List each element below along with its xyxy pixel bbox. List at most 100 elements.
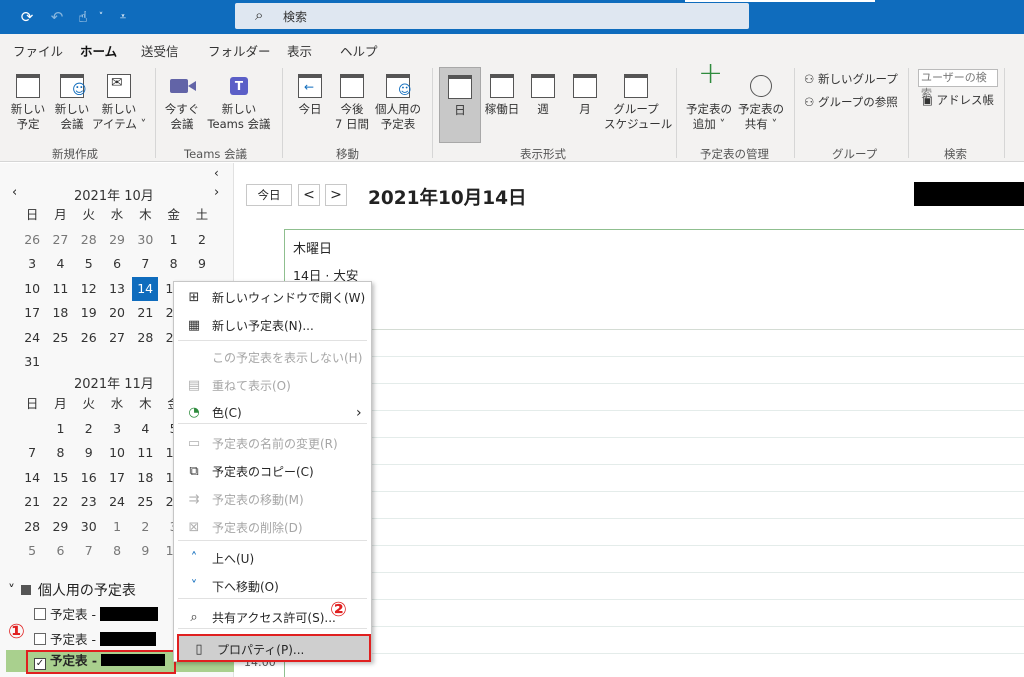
day-cell[interactable]: 29 <box>46 515 74 540</box>
day-cell[interactable]: 14 <box>18 466 46 491</box>
tab-home[interactable]: ホーム <box>80 41 118 66</box>
day-cell[interactable]: 2 <box>75 417 103 442</box>
group-schedule-button[interactable]: グループ スケジュール <box>604 70 672 132</box>
day-cell[interactable]: 18 <box>46 301 74 326</box>
day-cell[interactable]: 10 <box>18 277 46 302</box>
tab-folder[interactable]: フォルダー <box>208 41 271 60</box>
day-cell[interactable]: 30 <box>131 228 159 253</box>
day-view-button[interactable]: 日 <box>439 67 481 143</box>
checkbox-icon[interactable] <box>34 633 46 645</box>
share-calendar-button[interactable]: 予定表の 共有 ˅ <box>736 70 786 132</box>
context-menu-item[interactable]: ▯ プロパティ(P)... <box>177 634 371 662</box>
day-cell[interactable]: 26 <box>75 326 103 351</box>
day-cell[interactable]: 28 <box>75 228 103 253</box>
day-cell[interactable]: 23 <box>75 490 103 515</box>
day-cell[interactable]: 28 <box>18 515 46 540</box>
day-cell[interactable]: 1 <box>46 417 74 442</box>
day-cell[interactable]: 8 <box>103 539 131 564</box>
add-calendar-button[interactable]: + 予定表の 追加 ˅ <box>684 59 734 132</box>
context-menu-item[interactable]: ▦ 新しい予定表(N)... <box>174 312 371 340</box>
undo-icon[interactable]: ↶ <box>48 8 66 26</box>
day-cell[interactable]: 21 <box>131 301 159 326</box>
meet-now-button[interactable]: 今すぐ 会議 <box>162 70 202 132</box>
day-cell[interactable]: 31 <box>18 350 46 375</box>
day-cell[interactable]: 7 <box>18 441 46 466</box>
prev-month-arrow[interactable]: ‹ <box>12 185 17 200</box>
week-view-button[interactable]: 週 <box>526 70 560 117</box>
day-cell[interactable]: 18 <box>131 466 159 491</box>
day-cell[interactable]: 1 <box>159 228 187 253</box>
day-cell[interactable]: 8 <box>46 441 74 466</box>
calendar-item-2[interactable]: 予定表 - <box>34 629 156 648</box>
new-teams-meeting-button[interactable]: T 新しい Teams 会議 <box>205 70 273 132</box>
prev-day-button[interactable]: < <box>298 184 320 206</box>
day-cell[interactable]: 3 <box>103 417 131 442</box>
day-cell[interactable]: 2 <box>131 515 159 540</box>
context-menu-item[interactable]: ⧉ 予定表のコピー(C) <box>174 458 371 486</box>
work-week-button[interactable]: 稼働日 <box>482 70 522 117</box>
sync-icon[interactable]: ⟳ <box>18 8 36 26</box>
touch-mode-icon[interactable]: ☝ <box>74 8 92 26</box>
day-cell[interactable]: 27 <box>103 326 131 351</box>
next-day-button[interactable]: > <box>325 184 347 206</box>
day-cell[interactable]: 26 <box>18 228 46 253</box>
day-cell[interactable]: 9 <box>131 539 159 564</box>
today-nav-button[interactable]: ← 今日 <box>292 70 328 117</box>
checkbox-icon[interactable] <box>34 608 46 620</box>
collapse-pane-icon[interactable]: ‹ <box>214 166 219 180</box>
search-people-input[interactable]: ユーザーの検索 <box>918 69 998 100</box>
calendar-item-1[interactable]: 予定表 - <box>34 604 158 623</box>
day-cell[interactable]: 10 <box>103 441 131 466</box>
day-cell[interactable]: 25 <box>131 490 159 515</box>
day-cell[interactable]: 7 <box>75 539 103 564</box>
month-view-button[interactable]: 月 <box>568 70 602 117</box>
day-cell[interactable]: 22 <box>46 490 74 515</box>
day-cell[interactable]: 14 <box>132 276 159 301</box>
day-cell[interactable]: 11 <box>131 441 159 466</box>
day-cell[interactable]: 29 <box>103 228 131 253</box>
customize-toolbar-icon[interactable]: ⩡ <box>114 8 132 26</box>
calendar-group-header[interactable]: ˅ 個人用の予定表 <box>8 580 136 600</box>
tab-view[interactable]: 表示 <box>287 41 312 60</box>
day-cell[interactable]: 28 <box>131 326 159 351</box>
context-menu-item[interactable]: ˄ 上へ(U) <box>174 545 371 573</box>
day-cell[interactable]: 11 <box>46 277 74 302</box>
address-book-button[interactable]: ▣ アドレス帳 <box>922 92 994 108</box>
day-cell[interactable]: 19 <box>75 301 103 326</box>
new-meeting-button[interactable]: ☺ 新しい 会議 <box>52 70 92 132</box>
day-cell[interactable]: 7 <box>131 252 159 277</box>
day-cell[interactable]: 20 <box>103 301 131 326</box>
day-cell[interactable]: 6 <box>103 252 131 277</box>
day-cell[interactable]: 5 <box>75 252 103 277</box>
today-button[interactable]: 今日 <box>246 184 292 206</box>
chevron-down-icon[interactable]: ˅ <box>92 8 110 26</box>
day-cell[interactable]: 15 <box>46 466 74 491</box>
next-month-arrow[interactable]: › <box>214 185 219 200</box>
next-7-days-button[interactable]: 今後 7 日間 <box>332 70 372 132</box>
day-cell[interactable]: 4 <box>131 417 159 442</box>
context-menu-item[interactable]: ⊞ 新しいウィンドウで開く(W) <box>174 284 371 312</box>
day-cell[interactable]: 16 <box>75 466 103 491</box>
day-cell[interactable]: 24 <box>103 490 131 515</box>
day-cell[interactable]: 30 <box>75 515 103 540</box>
tab-send-receive[interactable]: 送受信 <box>141 41 179 60</box>
new-group-button[interactable]: ⚇ 新しいグループ <box>804 71 898 87</box>
personal-calendar-button[interactable]: ☺ 個人用の 予定表 <box>372 70 424 132</box>
browse-groups-button[interactable]: ⚇ グループの参照 <box>804 94 898 110</box>
day-cell[interactable]: 5 <box>18 539 46 564</box>
day-cell[interactable]: 13 <box>103 277 131 302</box>
day-cell[interactable]: 2 <box>188 228 216 253</box>
day-cell[interactable]: 1 <box>103 515 131 540</box>
day-cell[interactable]: 3 <box>18 252 46 277</box>
day-cell[interactable]: 8 <box>159 252 187 277</box>
new-appointment-button[interactable]: 新しい 予定 <box>8 70 48 132</box>
tab-help[interactable]: ヘルプ <box>340 41 378 60</box>
day-cell[interactable]: 17 <box>18 301 46 326</box>
day-cell[interactable]: 17 <box>103 466 131 491</box>
day-cell[interactable]: 27 <box>46 228 74 253</box>
day-cell[interactable]: 9 <box>75 441 103 466</box>
day-cell[interactable]: 9 <box>188 252 216 277</box>
search-box[interactable]: ⌕ 検索 <box>235 3 749 29</box>
new-items-button[interactable]: ✉ 新しい アイテム ˅ <box>92 70 146 132</box>
tab-file[interactable]: ファイル <box>13 41 63 60</box>
